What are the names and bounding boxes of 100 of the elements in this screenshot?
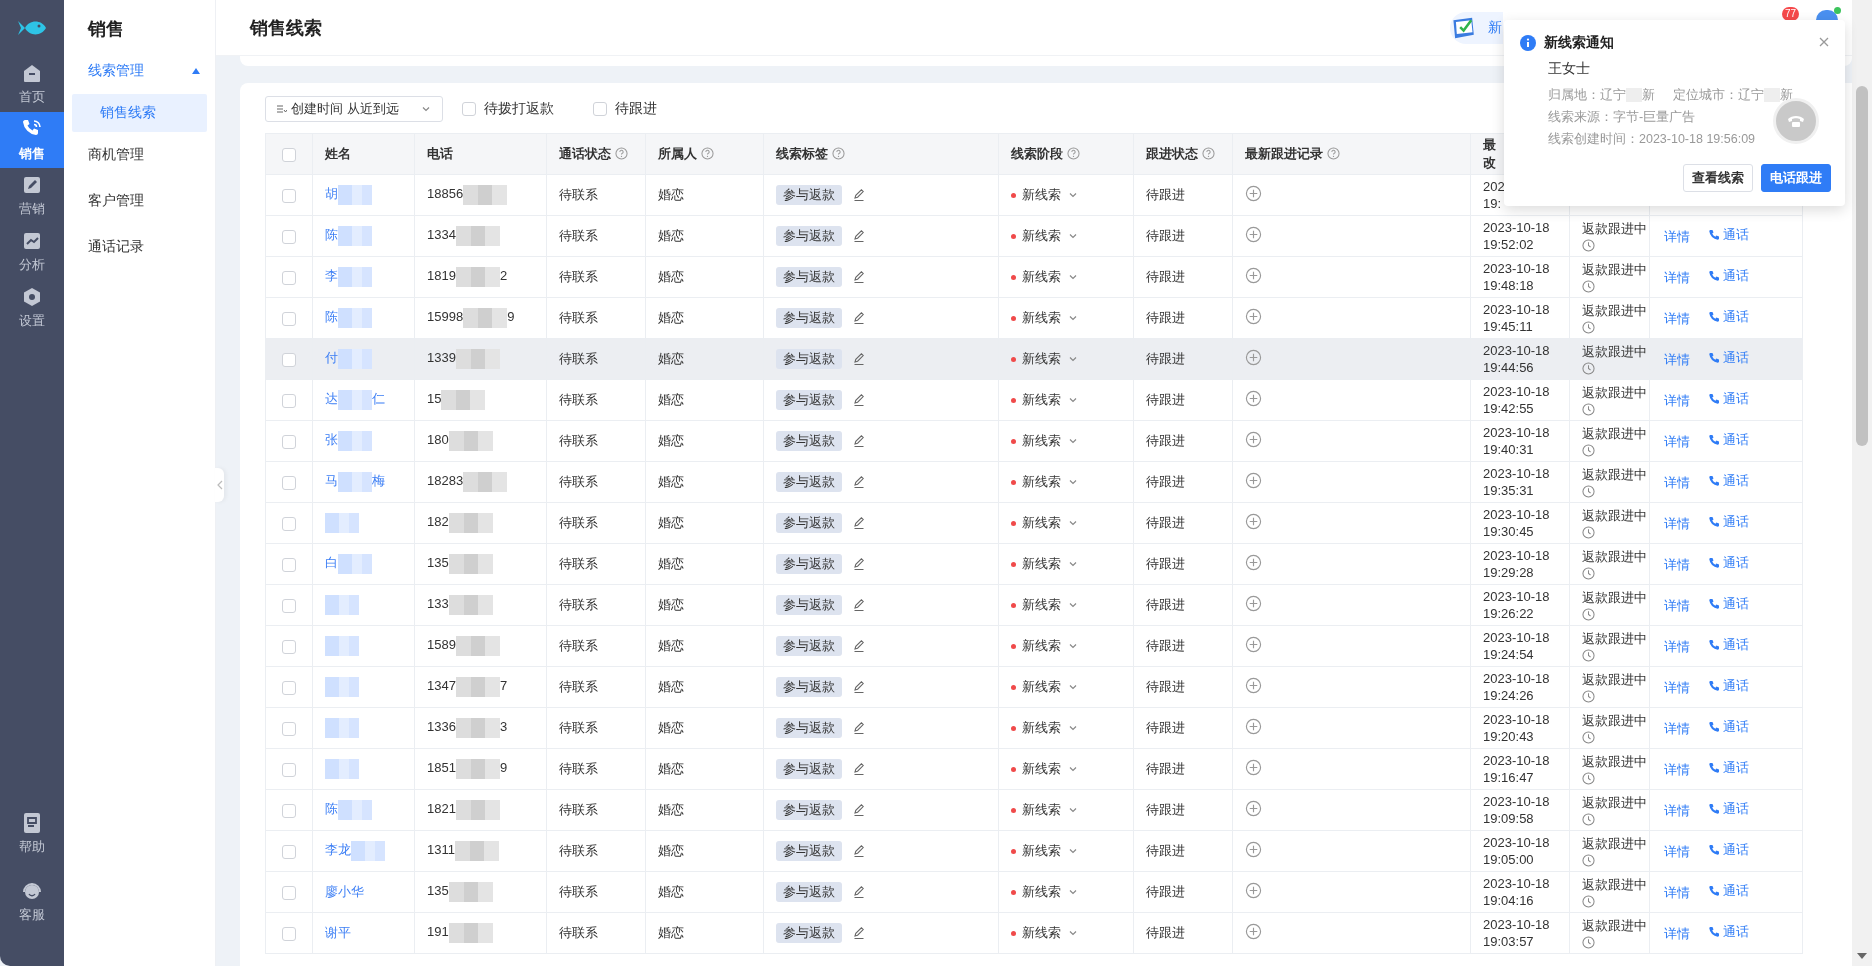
- view-lead-button[interactable]: 查看线索: [1683, 164, 1753, 192]
- details-link[interactable]: 详情: [1664, 474, 1690, 492]
- details-link[interactable]: 详情: [1664, 269, 1690, 287]
- add-icon[interactable]: [1245, 882, 1262, 899]
- lead-name-link[interactable]: 仁: [372, 391, 385, 407]
- add-icon[interactable]: [1245, 595, 1262, 612]
- lead-name-link[interactable]: 谢平: [325, 925, 351, 940]
- menu-item[interactable]: 销售线索: [72, 94, 207, 132]
- call-link[interactable]: 通话: [1708, 472, 1749, 490]
- add-icon[interactable]: [1245, 226, 1262, 243]
- edit-icon[interactable]: [852, 844, 866, 858]
- add-icon[interactable]: [1245, 800, 1262, 817]
- add-icon[interactable]: [1245, 308, 1262, 325]
- call-link[interactable]: 通话: [1708, 267, 1749, 285]
- call-link[interactable]: 通话: [1708, 431, 1749, 449]
- edit-icon[interactable]: [852, 229, 866, 243]
- collapse-handle[interactable]: [215, 468, 224, 502]
- row-checkbox[interactable]: [282, 434, 296, 449]
- details-link[interactable]: 详情: [1664, 802, 1690, 820]
- add-icon[interactable]: [1245, 923, 1262, 940]
- edit-icon[interactable]: [852, 557, 866, 571]
- lead-name-link[interactable]: 陈: [325, 227, 338, 243]
- edit-icon[interactable]: [852, 803, 866, 817]
- add-icon[interactable]: [1245, 267, 1262, 284]
- scroll-down-icon[interactable]: [1857, 953, 1867, 960]
- details-link[interactable]: 详情: [1664, 351, 1690, 369]
- details-link[interactable]: 详情: [1664, 392, 1690, 410]
- row-checkbox[interactable]: [282, 393, 296, 408]
- details-link[interactable]: 详情: [1664, 843, 1690, 861]
- call-link[interactable]: 通话: [1708, 308, 1749, 326]
- call-link[interactable]: 通话: [1708, 595, 1749, 613]
- row-checkbox[interactable]: [282, 188, 296, 203]
- add-icon[interactable]: [1245, 390, 1262, 407]
- lead-name-link[interactable]: 达: [325, 391, 338, 407]
- edit-icon[interactable]: [852, 516, 866, 530]
- nav-item[interactable]: 营销: [0, 168, 64, 224]
- add-icon[interactable]: [1245, 677, 1262, 694]
- edit-icon[interactable]: [852, 885, 866, 899]
- scrollbar-thumb[interactable]: [1856, 86, 1868, 446]
- call-link[interactable]: 通话: [1708, 923, 1749, 941]
- edit-icon[interactable]: [852, 762, 866, 776]
- edit-icon[interactable]: [852, 926, 866, 940]
- sort-dropdown[interactable]: 创建时间 从近到远: [265, 96, 443, 122]
- call-link[interactable]: 通话: [1708, 226, 1749, 244]
- edit-icon[interactable]: [852, 721, 866, 735]
- call-link[interactable]: 通话: [1708, 390, 1749, 408]
- nav-item[interactable]: 销售: [0, 112, 64, 168]
- edit-icon[interactable]: [852, 475, 866, 489]
- details-link[interactable]: 详情: [1664, 310, 1690, 328]
- add-icon[interactable]: [1245, 636, 1262, 653]
- details-link[interactable]: 详情: [1664, 556, 1690, 574]
- lead-name-link[interactable]: 梅: [372, 473, 385, 489]
- lead-name-link[interactable]: 白: [325, 555, 338, 571]
- filter-checkbox[interactable]: 待拨打返款: [462, 100, 554, 118]
- call-link[interactable]: 通话: [1708, 841, 1749, 859]
- add-icon[interactable]: [1245, 513, 1262, 530]
- nav-item[interactable]: 帮助: [0, 800, 64, 868]
- row-checkbox[interactable]: [282, 352, 296, 367]
- nav-item[interactable]: 设置: [0, 280, 64, 336]
- row-checkbox[interactable]: [282, 844, 296, 859]
- row-checkbox[interactable]: [282, 270, 296, 285]
- lead-name-link[interactable]: 陈: [325, 309, 338, 325]
- call-link[interactable]: 通话: [1708, 882, 1749, 900]
- call-link[interactable]: 通话: [1708, 759, 1749, 777]
- call-link[interactable]: 通话: [1708, 718, 1749, 736]
- details-link[interactable]: 详情: [1664, 720, 1690, 738]
- row-checkbox[interactable]: [282, 762, 296, 777]
- details-link[interactable]: 详情: [1664, 761, 1690, 779]
- edit-icon[interactable]: [852, 393, 866, 407]
- lead-name-link[interactable]: 廖小华: [325, 884, 364, 899]
- row-checkbox[interactable]: [282, 475, 296, 490]
- details-link[interactable]: 详情: [1664, 925, 1690, 943]
- edit-icon[interactable]: [852, 680, 866, 694]
- add-icon[interactable]: [1245, 431, 1262, 448]
- edit-icon[interactable]: [852, 352, 866, 366]
- add-icon[interactable]: [1245, 759, 1262, 776]
- row-checkbox[interactable]: [282, 803, 296, 818]
- lead-name-link[interactable]: 李: [325, 268, 338, 284]
- row-checkbox[interactable]: [282, 516, 296, 531]
- lead-name-link[interactable]: 马: [325, 473, 338, 489]
- edit-icon[interactable]: [852, 434, 866, 448]
- details-link[interactable]: 详情: [1664, 638, 1690, 656]
- lead-name-link[interactable]: 陈: [325, 801, 338, 817]
- menu-group[interactable]: 通话记录: [64, 224, 215, 270]
- edit-icon[interactable]: [852, 311, 866, 325]
- add-icon[interactable]: [1245, 718, 1262, 735]
- add-icon[interactable]: [1245, 185, 1262, 202]
- details-link[interactable]: 详情: [1664, 679, 1690, 697]
- row-checkbox[interactable]: [282, 311, 296, 326]
- details-link[interactable]: 详情: [1664, 515, 1690, 533]
- add-icon[interactable]: [1245, 841, 1262, 858]
- lead-name-link[interactable]: 张: [325, 432, 338, 448]
- row-checkbox[interactable]: [282, 639, 296, 654]
- call-link[interactable]: 通话: [1708, 636, 1749, 654]
- edit-icon[interactable]: [852, 188, 866, 202]
- row-checkbox[interactable]: [282, 229, 296, 244]
- nav-item[interactable]: 客服: [0, 868, 64, 936]
- filter-checkbox[interactable]: 待跟进: [593, 100, 657, 118]
- add-icon[interactable]: [1245, 349, 1262, 366]
- add-icon[interactable]: [1245, 554, 1262, 571]
